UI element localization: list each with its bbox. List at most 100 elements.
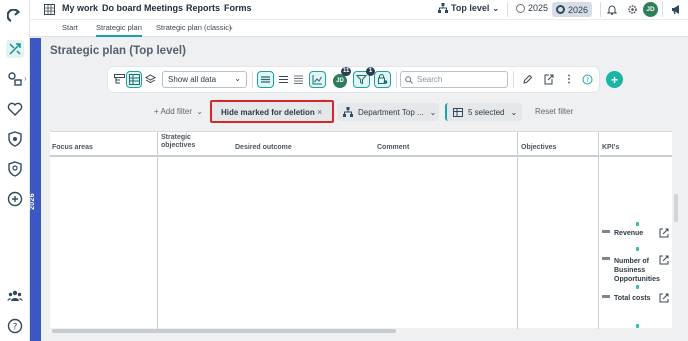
chevron-right-icon[interactable]: › xyxy=(24,74,27,83)
radio-selected-icon xyxy=(556,5,565,14)
data-filter-value: Show all data xyxy=(168,75,217,84)
tab-strategic-plan[interactable]: Strategic plan xyxy=(96,23,142,37)
search-icon xyxy=(405,76,413,84)
nav-my-work[interactable]: My work xyxy=(62,3,98,13)
chart-view-icon[interactable] xyxy=(309,71,326,88)
year-2025-radio[interactable]: 2025 xyxy=(516,3,548,13)
search-placeholder: Search xyxy=(417,75,443,84)
strategic-plan-grid: Focus areas Strategic objectives Desired… xyxy=(50,131,672,329)
tab-strategic-plan-classic[interactable]: Strategic plan (classic) xyxy=(156,23,231,32)
kpi-card-business-opportunities[interactable]: Number of Business Opportunities xyxy=(600,253,672,287)
heart-icon[interactable] xyxy=(6,100,24,118)
year-label: 2026 xyxy=(28,193,36,210)
data-filter-select[interactable]: Show all data ⌄ xyxy=(162,71,247,88)
more-options-icon[interactable]: ⋮ xyxy=(563,71,575,88)
add-button[interactable]: + xyxy=(606,71,623,88)
department-filter-label: Department Top ... xyxy=(358,107,424,117)
column-header-desired-outcome[interactable]: Desired outcome xyxy=(235,132,375,156)
chevron-down-icon[interactable]: ⌄ xyxy=(228,23,234,31)
vertical-scrollbar[interactable] xyxy=(674,194,678,222)
chevron-down-icon: ⌄ xyxy=(196,107,203,116)
hierarchy-icon xyxy=(343,107,353,117)
toolbar-user-avatar[interactable]: JD xyxy=(333,74,347,88)
hide-deleted-filter-chip[interactable]: Hide marked for deletion × xyxy=(210,100,334,123)
list-detail-icon[interactable] xyxy=(291,71,305,88)
column-header-label: Objectives xyxy=(521,144,557,151)
tab-start[interactable]: Start xyxy=(62,23,78,32)
nav-do-board[interactable]: Do board xyxy=(102,3,142,13)
page-title: Strategic plan (Top level) xyxy=(50,45,186,57)
column-header-focus-areas[interactable]: Focus areas xyxy=(50,132,157,156)
edit-external-icon[interactable] xyxy=(659,255,669,265)
help-circle-icon[interactable]: ? xyxy=(580,71,594,88)
bell-icon[interactable] xyxy=(606,4,618,18)
help-icon[interactable]: ? xyxy=(6,317,24,335)
shield-icon[interactable] xyxy=(6,130,24,148)
search-input[interactable]: Search xyxy=(400,71,508,88)
column-header-label: Strategic objectives xyxy=(161,134,196,149)
team-icon[interactable] xyxy=(6,287,24,305)
divider xyxy=(507,2,508,17)
edit-external-icon[interactable] xyxy=(659,293,669,303)
column-header-kpis[interactable]: KPI's xyxy=(600,132,672,156)
collapse-icon[interactable] xyxy=(602,295,610,298)
search-shield-icon[interactable] xyxy=(6,160,24,178)
reset-filter-button[interactable]: Reset filter xyxy=(535,107,573,116)
lock-settings-icon[interactable] xyxy=(374,71,391,88)
svg-text:?: ? xyxy=(13,323,18,333)
kpi-label: Number of Business Opportunities xyxy=(614,258,660,283)
edit-icon[interactable] xyxy=(520,71,534,88)
list-view-icon[interactable] xyxy=(257,71,274,88)
sub-navigation: Start Strategic plan Strategic plan (cla… xyxy=(30,20,688,37)
divider xyxy=(396,71,397,88)
column-header-objectives[interactable]: Objectives xyxy=(518,132,599,156)
megaphone-icon[interactable] xyxy=(671,4,682,18)
column-header-label: KPI's xyxy=(602,144,620,151)
table-view-icon[interactable] xyxy=(126,71,142,88)
selection-filter-label: 5 selected xyxy=(468,107,505,117)
chevron-down-icon: ⌄ xyxy=(429,107,437,117)
divider xyxy=(600,2,601,17)
year-2025-label: 2025 xyxy=(528,3,549,13)
app-logo-icon[interactable] xyxy=(6,8,24,26)
column-divider xyxy=(598,132,599,329)
flow-icon[interactable] xyxy=(6,70,24,88)
strategy-icon[interactable] xyxy=(6,40,24,58)
year-2026-label: 2026 xyxy=(568,4,589,15)
user-avatar[interactable]: JD xyxy=(643,2,658,17)
chevron-down-icon: ⌄ xyxy=(510,107,518,117)
year-indicator: 2026 xyxy=(28,38,41,341)
tree-view-icon[interactable] xyxy=(112,71,126,88)
grid-menu-icon[interactable] xyxy=(44,4,55,18)
kpi-card-revenue[interactable]: Revenue xyxy=(600,226,672,248)
gear-icon[interactable] xyxy=(627,4,638,18)
close-icon[interactable]: × xyxy=(317,107,322,117)
column-divider xyxy=(517,132,518,329)
export-icon[interactable] xyxy=(541,71,555,88)
level-selector[interactable]: Top level ⌄ xyxy=(438,3,499,13)
collapse-icon[interactable] xyxy=(602,230,610,233)
divider xyxy=(252,71,253,88)
list-compact-icon[interactable] xyxy=(276,71,290,88)
kpi-card-total-costs[interactable]: Total costs xyxy=(600,291,672,311)
add-filter-label: + Add filter xyxy=(154,107,193,116)
layers-icon[interactable] xyxy=(143,71,157,88)
column-header-label: Comment xyxy=(377,144,410,151)
column-header-comment[interactable]: Comment xyxy=(377,132,517,156)
table-icon xyxy=(453,107,463,117)
edit-external-icon[interactable] xyxy=(659,228,669,238)
nav-meetings[interactable]: Meetings xyxy=(144,3,183,13)
selection-filter-chip[interactable]: 5 selected ⌄ xyxy=(445,103,522,121)
department-filter-chip[interactable]: Department Top ... ⌄ xyxy=(337,103,439,121)
nav-reports[interactable]: Reports xyxy=(186,3,220,13)
horizontal-scrollbar[interactable] xyxy=(52,329,396,333)
kpi-label: Total costs xyxy=(614,295,651,302)
top-navigation: My work Do board Meetings Reports Forms … xyxy=(30,0,688,20)
collapse-icon[interactable] xyxy=(602,257,610,260)
nav-forms[interactable]: Forms xyxy=(224,3,252,13)
column-divider xyxy=(157,132,158,329)
header-rule xyxy=(50,156,672,157)
add-icon[interactable] xyxy=(6,190,24,208)
add-filter-button[interactable]: + Add filter ⌄ xyxy=(154,107,203,116)
year-2026-radio[interactable]: 2026 xyxy=(552,2,593,17)
